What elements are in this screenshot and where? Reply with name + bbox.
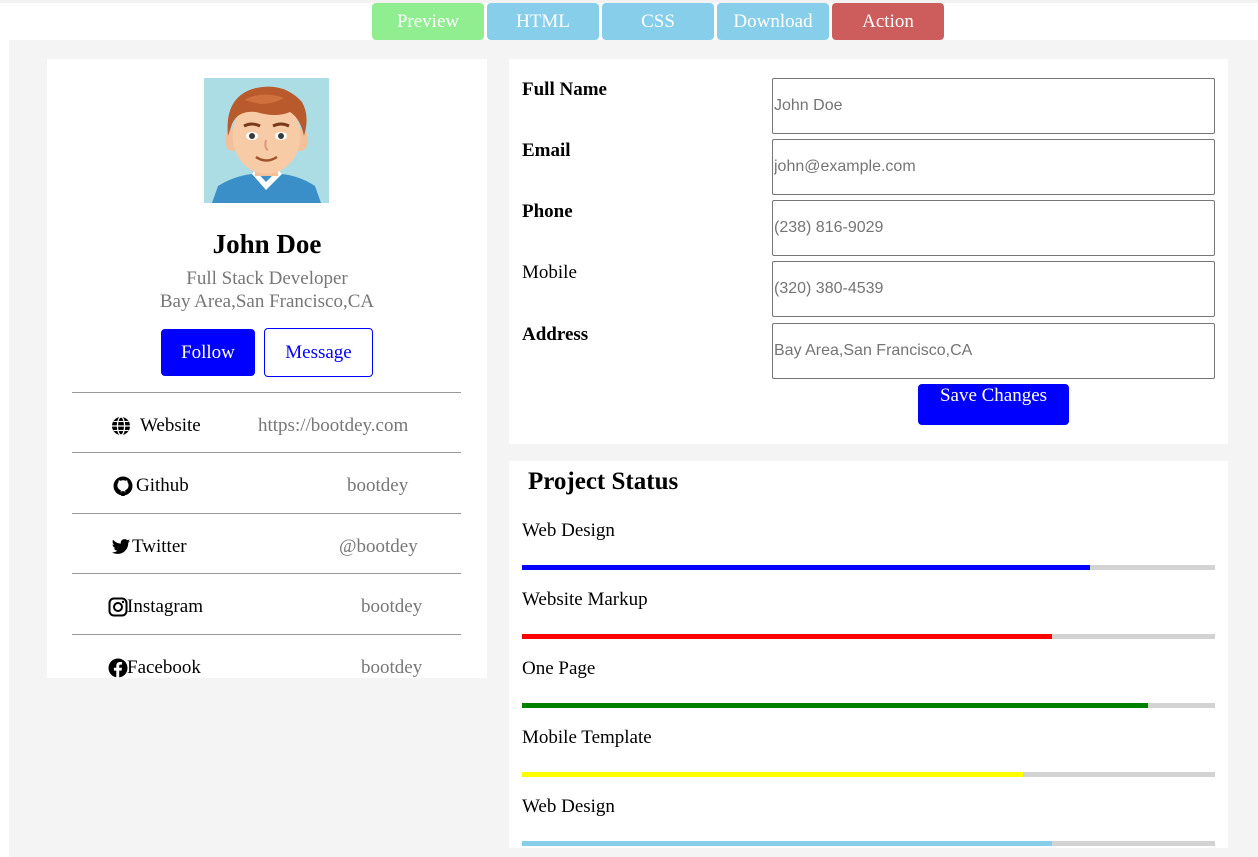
address-label: Address	[522, 324, 589, 345]
profile-role: Full Stack Developer	[186, 268, 348, 289]
profile-location: Bay Area,San Francisco,CA	[159, 291, 375, 312]
social-value[interactable]: @bootdey	[339, 536, 418, 558]
social-label: Instagram	[127, 596, 203, 617]
social-value[interactable]: https://bootdey.com	[258, 415, 408, 437]
project-label: One Page	[522, 658, 596, 679]
email-field[interactable]	[772, 139, 1215, 195]
css-button[interactable]: CSS	[602, 3, 714, 40]
toolbar: Preview HTML CSS Download Action	[0, 3, 1258, 40]
social-row-github[interactable]: Github bootdey	[72, 452, 461, 513]
progress-bar	[522, 841, 1215, 846]
progress-bar	[522, 703, 1215, 708]
project-label: Website Markup	[522, 589, 648, 610]
project-label: Web Design	[522, 796, 615, 817]
twitter-icon	[111, 537, 131, 557]
full-name-label: Full Name	[522, 79, 607, 100]
profile-card: John Doe Full Stack Developer Bay Area,S…	[47, 59, 487, 678]
social-value[interactable]: bootdey	[361, 596, 422, 618]
save-changes-button[interactable]: Save Changes	[918, 384, 1069, 425]
address-field[interactable]	[772, 323, 1215, 379]
social-label: Github	[136, 475, 189, 496]
project-label: Mobile Template	[522, 727, 652, 748]
avatar-image	[204, 78, 329, 203]
social-label: Twitter	[132, 536, 187, 557]
social-row-facebook[interactable]: Facebook bootdey	[72, 634, 461, 678]
facebook-icon	[108, 658, 128, 678]
progress-bar	[522, 634, 1215, 639]
preview-button[interactable]: Preview	[372, 3, 484, 40]
profile-name: John Doe	[212, 229, 322, 259]
avatar	[204, 78, 329, 203]
mobile-field[interactable]	[772, 261, 1215, 317]
social-row-twitter[interactable]: Twitter @bootdey	[72, 513, 461, 574]
progress-fill	[522, 841, 1053, 846]
github-icon	[113, 476, 133, 497]
social-label: Facebook	[127, 657, 201, 678]
globe-icon	[111, 416, 131, 436]
download-button[interactable]: Download	[717, 3, 829, 40]
social-value[interactable]: bootdey	[361, 657, 422, 678]
project-status-card: Project Status Web Design Website Markup…	[509, 461, 1228, 848]
project-label: Web Design	[522, 520, 615, 541]
instagram-icon	[108, 597, 128, 617]
phone-field[interactable]	[772, 200, 1215, 256]
social-value[interactable]: bootdey	[347, 475, 408, 497]
email-label: Email	[522, 140, 571, 161]
progress-fill	[522, 634, 1053, 639]
project-status-title: Project Status	[528, 468, 679, 495]
progress-bar	[522, 565, 1215, 570]
social-label: Website	[140, 415, 201, 436]
social-row-website[interactable]: Website https://bootdey.com	[72, 392, 461, 453]
details-form-card: Full Name Email Phone Mobile Address Sav…	[509, 59, 1228, 444]
progress-fill	[522, 703, 1148, 708]
phone-label: Phone	[522, 201, 573, 222]
progress-bar	[522, 772, 1215, 777]
follow-button[interactable]: Follow	[161, 329, 255, 376]
action-button[interactable]: Action	[832, 3, 944, 40]
full-name-field[interactable]	[772, 78, 1215, 134]
message-button[interactable]: Message	[264, 328, 373, 377]
progress-fill	[522, 772, 1024, 777]
mobile-label: Mobile	[522, 262, 577, 283]
html-button[interactable]: HTML	[487, 3, 599, 40]
progress-fill	[522, 565, 1091, 570]
social-row-instagram[interactable]: Instagram bootdey	[72, 573, 461, 634]
